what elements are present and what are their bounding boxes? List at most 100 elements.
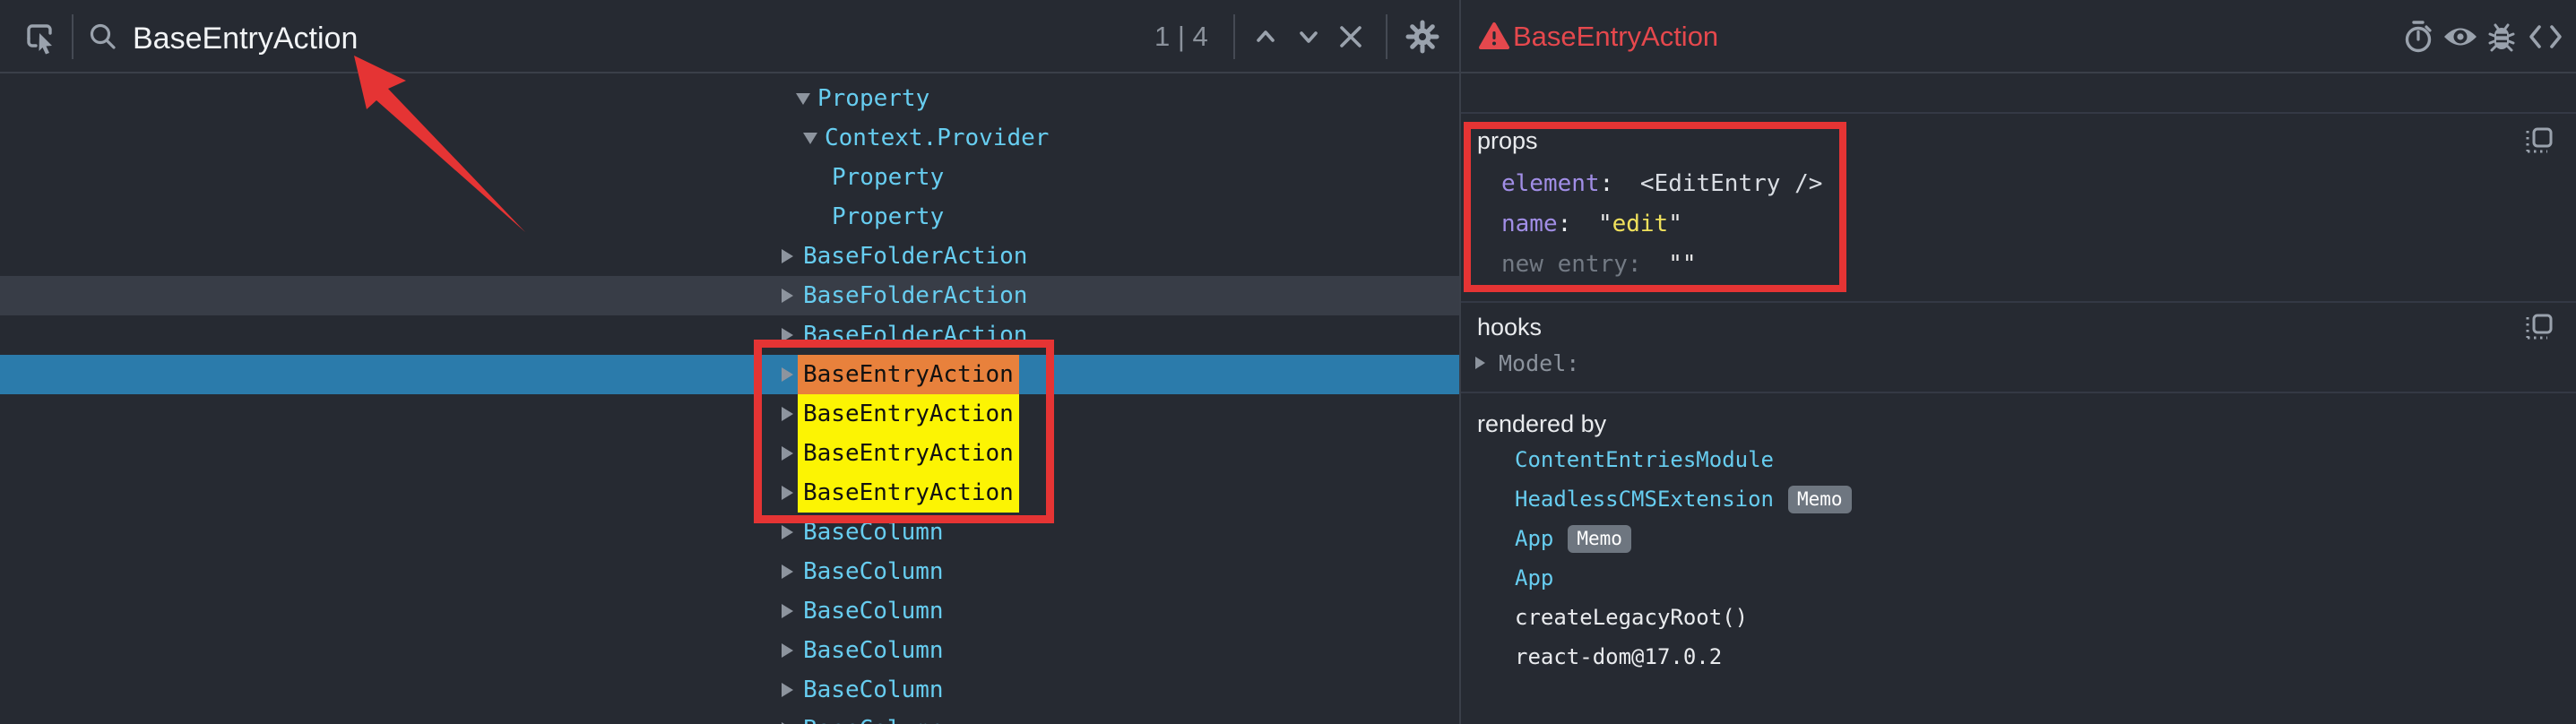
tree-row-label: BaseColumn [803, 598, 944, 625]
prop-key: new entry [1501, 251, 1628, 278]
props-section-label: props [1477, 127, 1538, 155]
next-match-button[interactable] [1289, 0, 1328, 73]
tree-row-label: BaseColumn [803, 558, 944, 585]
tree-row-label: BaseColumn [803, 716, 944, 724]
tree-row-chevron-icon[interactable] [782, 552, 803, 591]
tree-row-label: BaseColumn [803, 519, 944, 546]
prop-key: name [1501, 211, 1558, 237]
tree-row[interactable]: BaseEntryAction [0, 434, 1459, 473]
prop-key: element [1501, 170, 1600, 197]
tree-row-chevron-icon[interactable] [782, 237, 803, 276]
tree-row-chevron-icon[interactable] [782, 591, 803, 631]
section-divider [1461, 301, 2576, 303]
rendered-by-item: react-dom@17.0.2 [1515, 642, 1722, 671]
hook-label: Model: [1499, 350, 1579, 376]
hook-chevron-icon[interactable] [1475, 349, 1499, 376]
memo-badge: Memo [1568, 525, 1631, 553]
inspect-element-icon [22, 19, 57, 55]
prop-row: new entry: "" [1501, 249, 1697, 280]
tree-row-chevron-icon[interactable] [796, 79, 817, 118]
tree-row[interactable]: Property [0, 158, 1459, 197]
tree-row-label: BaseFolderAction [803, 282, 1027, 309]
warning-triangle-icon [1479, 22, 1509, 50]
tree-row[interactable]: BaseFolderAction [0, 315, 1459, 355]
tree-row-chevron-icon[interactable] [782, 710, 803, 724]
previous-match-button[interactable] [1246, 0, 1285, 73]
tree-row[interactable]: BaseColumn [0, 710, 1459, 724]
tree-row[interactable]: BaseEntryAction [0, 355, 1459, 394]
rendered-by-item: HeadlessCMSExtension Memo [1515, 485, 1852, 513]
tree-row[interactable]: Context.Provider [0, 118, 1459, 158]
rendered-by-section-label: rendered by [1477, 410, 1606, 438]
selected-component-title: BaseEntryAction [1513, 21, 1718, 53]
hooks-section-label: hooks [1477, 314, 1542, 341]
search-input[interactable] [131, 18, 1031, 59]
chevron-down-icon [1294, 22, 1323, 51]
prop-value[interactable]: "edit" [1598, 211, 1682, 237]
rendered-by-item: App Memo [1515, 524, 1631, 553]
toolbar-separator [1233, 14, 1235, 59]
tree-row[interactable]: BaseFolderAction [0, 276, 1459, 315]
rendered-by-item: ContentEntriesModule [1515, 445, 1774, 474]
copy-icon [2524, 314, 2554, 340]
tree-row-chevron-icon[interactable] [782, 315, 803, 355]
clear-search-button[interactable] [1330, 0, 1371, 73]
section-divider [1461, 392, 2576, 393]
tree-row[interactable]: BaseColumn [0, 513, 1459, 552]
tree-row-label: Property [832, 203, 944, 230]
tree-row-chevron-icon[interactable] [782, 276, 803, 315]
tree-row[interactable]: Property [0, 197, 1459, 237]
close-icon [1336, 22, 1366, 52]
tree-row-label: BaseColumn [803, 677, 944, 703]
prop-colon: : [1600, 170, 1628, 197]
chevron-up-icon [1251, 22, 1280, 51]
hook-model-row[interactable]: Model: [1475, 349, 1579, 376]
selected-component-panel: BaseEntryAction props element: <EditEntr… [1461, 0, 2576, 724]
react-devtools-components-panel: 1 | 4 [0, 0, 2576, 724]
tree-row-chevron-icon[interactable] [782, 513, 803, 552]
search-icon [84, 0, 122, 73]
rendered-by-item: createLegacyRoot() [1515, 603, 1748, 632]
tree-row[interactable]: BaseColumn [0, 552, 1459, 591]
selected-component-header: BaseEntryAction [1461, 0, 2576, 73]
tree-row[interactable]: BaseEntryAction [0, 394, 1459, 434]
tree-row-label: BaseEntryAction [798, 394, 1019, 434]
tree-row-chevron-icon[interactable] [782, 631, 803, 670]
tree-row-label: BaseColumn [803, 637, 944, 664]
owner-text: createLegacyRoot() [1515, 605, 1748, 630]
gear-icon [1404, 18, 1441, 56]
component-tree: Property Context.Provider Property Prope… [0, 73, 1459, 724]
prop-colon: : [1558, 211, 1586, 237]
tree-row[interactable]: BaseColumn [0, 631, 1459, 670]
owner-link[interactable]: App [1515, 565, 1553, 590]
prop-value[interactable]: "" [1668, 251, 1696, 278]
copy-props-button[interactable] [2524, 125, 2554, 156]
tree-row-label: BaseFolderAction [803, 322, 1027, 349]
tree-row[interactable]: BaseFolderAction [0, 237, 1459, 276]
settings-button[interactable] [1400, 0, 1445, 73]
tree-row[interactable]: BaseColumn [0, 670, 1459, 710]
copy-hooks-button[interactable] [2524, 312, 2554, 342]
owner-link[interactable]: ContentEntriesModule [1515, 447, 1774, 472]
tree-row-chevron-icon[interactable] [803, 118, 825, 158]
rendered-by-item: App [1515, 564, 1553, 592]
tree-row-label: BaseEntryAction [798, 355, 1019, 394]
tree-row[interactable]: BaseEntryAction [0, 473, 1459, 513]
inspect-element-button[interactable] [16, 0, 63, 73]
copy-icon [2524, 127, 2554, 154]
memo-badge: Memo [1788, 486, 1852, 513]
section-divider [1461, 112, 2576, 114]
prop-row: element: <EditEntry /> [1501, 168, 1822, 199]
owner-link[interactable]: App [1515, 526, 1553, 551]
tree-row-label: BaseEntryAction [798, 473, 1019, 513]
owner-text: react-dom@17.0.2 [1515, 644, 1722, 669]
tree-row[interactable]: Property [0, 79, 1459, 118]
prop-value[interactable]: <EditEntry /> [1640, 170, 1823, 197]
prop-colon: : [1628, 251, 1655, 278]
search-result-count: 1 | 4 [1154, 0, 1208, 73]
tree-row[interactable]: BaseColumn [0, 591, 1459, 631]
toolbar-separator [1386, 14, 1387, 59]
tree-row-label: Property [832, 164, 944, 191]
owner-link[interactable]: HeadlessCMSExtension [1515, 487, 1774, 512]
tree-row-chevron-icon[interactable] [782, 670, 803, 710]
